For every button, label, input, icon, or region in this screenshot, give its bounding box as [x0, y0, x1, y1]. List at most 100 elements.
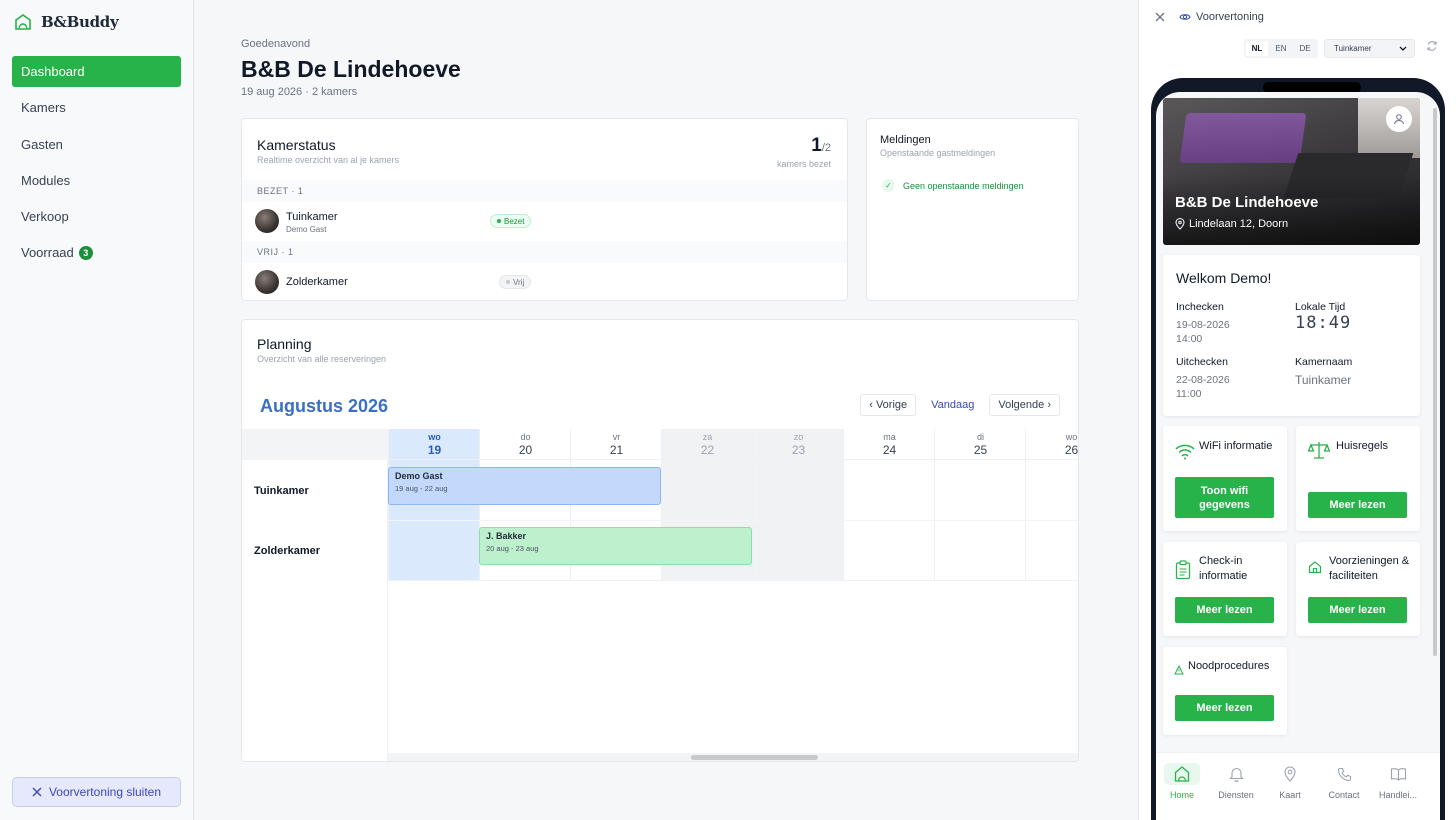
avatar	[255, 209, 279, 233]
scrollbar-thumb[interactable]	[691, 755, 818, 760]
room-row[interactable]: Tuinkamer Demo Gast Bezet	[242, 203, 847, 239]
tab-contact[interactable]: Contact	[1318, 763, 1370, 800]
sidebar-item-dashboard[interactable]: Dashboard	[12, 56, 181, 87]
room-select[interactable]: Tuinkamer	[1324, 39, 1415, 58]
room-guest: Demo Gast	[286, 225, 327, 234]
main-content: Goedenavond B&B De Lindehoeve 19 aug 202…	[194, 0, 1138, 820]
planning-card: Planning Overzicht van alle reserveringe…	[241, 319, 1079, 762]
brand-name: B&Buddy	[41, 13, 119, 31]
tab-label: Diensten	[1218, 790, 1254, 800]
hero-bed	[1179, 113, 1307, 163]
card-subtitle: Overzicht van alle reserveringen	[257, 354, 387, 364]
tile-wifi: WiFi informatie Toon wifi gegevens	[1163, 426, 1287, 531]
occupancy-label: kamers bezet	[776, 159, 831, 169]
phone-scrollbar[interactable]	[1433, 108, 1437, 656]
sidebar-item-label: Voorraad	[21, 245, 74, 261]
tab-handleiding[interactable]: Handlei...	[1372, 763, 1424, 800]
sidebar-item-modules[interactable]: Modules	[12, 165, 181, 196]
brand[interactable]: B&Buddy	[13, 12, 119, 32]
sidebar-item-verkoop[interactable]: Verkoop	[12, 201, 181, 232]
tab-diensten[interactable]: Diensten	[1210, 763, 1262, 800]
read-more-button[interactable]: Meer lezen	[1175, 695, 1274, 721]
room-row[interactable]: Zolderkamer Vrij	[242, 264, 847, 300]
event-dates: 19 aug - 22 aug	[395, 484, 448, 493]
field-value: Tuinkamer	[1295, 373, 1352, 387]
sidebar-item-voorraad[interactable]: Voorraad 3	[12, 237, 181, 268]
property-name: B&B De Lindehoeve	[1175, 194, 1319, 211]
card-subtitle: Openstaande gastmeldingen	[880, 148, 996, 158]
room-name: Zolderkamer	[286, 276, 348, 288]
occupancy-count: 1/2 kamers bezet	[777, 135, 831, 169]
scale-icon	[1308, 442, 1330, 459]
tab-label: Kaart	[1279, 790, 1301, 800]
location-pin-icon	[1175, 218, 1185, 230]
bottom-tab-bar: Home Diensten Kaart Contact Handlei...	[1156, 752, 1440, 820]
checkout-time: 11:00	[1176, 388, 1202, 400]
field-value: 19-08-2026 14:00	[1176, 318, 1230, 346]
map-pin-icon	[1284, 766, 1296, 782]
eye-icon	[1179, 14, 1191, 20]
read-more-button[interactable]: Meer lezen	[1308, 597, 1407, 623]
tab-kaart[interactable]: Kaart	[1264, 763, 1316, 800]
language-switch: NL EN DE	[1244, 39, 1318, 58]
status-dot	[506, 280, 510, 284]
show-wifi-button[interactable]: Toon wifi gegevens	[1175, 477, 1274, 518]
tile-huisregels: Huisregels Meer lezen	[1296, 426, 1420, 531]
lang-en[interactable]: EN	[1270, 41, 1292, 56]
read-more-button[interactable]: Meer lezen	[1175, 597, 1274, 623]
today-button[interactable]: Vandaag	[923, 394, 983, 416]
tile-label: Noodprocedures	[1188, 660, 1270, 672]
next-button[interactable]: Volgende ›	[989, 394, 1060, 416]
tab-home[interactable]: Home	[1156, 763, 1208, 800]
close-icon[interactable]	[1155, 12, 1165, 22]
page-title: B&B De Lindehoeve	[241, 56, 461, 82]
row-divider	[388, 520, 1078, 521]
reservation-event[interactable]: J. Bakker 20 aug - 23 aug	[479, 527, 752, 565]
home-icon	[1174, 766, 1190, 782]
close-preview-label: Voorvertoning sluiten	[48, 785, 162, 799]
refresh-icon[interactable]	[1426, 40, 1438, 52]
property-address: Lindelaan 12, Doorn	[1175, 218, 1288, 230]
status-label: Vrij	[513, 277, 525, 287]
prev-button[interactable]: ‹ Vorige	[860, 394, 917, 416]
preview-title-wrap: Voorvertoning	[1179, 11, 1264, 23]
close-preview-button[interactable]: Voorvertoning sluiten	[12, 777, 181, 807]
checkin-date: 19-08-2026	[1176, 319, 1230, 331]
avatar	[255, 270, 279, 294]
event-guest: Demo Gast	[395, 471, 443, 481]
resource-name: Tuinkamer	[254, 485, 309, 497]
user-icon[interactable]	[1386, 106, 1412, 132]
read-more-button[interactable]: Meer lezen	[1308, 492, 1407, 518]
event-guest: J. Bakker	[486, 531, 527, 541]
page-subtitle: 19 aug 2026 · 2 kamers	[241, 86, 358, 98]
chevron-down-icon	[1399, 46, 1407, 51]
sidebar-item-kamers[interactable]: Kamers	[12, 92, 181, 123]
horizontal-scrollbar[interactable]	[388, 753, 1078, 761]
tab-label: Handlei...	[1378, 790, 1418, 800]
sidebar-item-gasten[interactable]: Gasten	[12, 129, 181, 160]
sidebar: B&Buddy Dashboard Kamers Gasten Modules …	[0, 0, 194, 820]
localtime-field: Lokale Tijd 18:49	[1295, 301, 1352, 333]
preview-title: Voorvertoning	[1196, 11, 1264, 23]
card-subtitle: Realtime overzicht van al je kamers	[257, 155, 400, 165]
tile-label: Check-in informatie	[1199, 555, 1248, 582]
person-icon	[1394, 114, 1404, 125]
tab-label: Contact	[1328, 790, 1360, 800]
reservation-event[interactable]: Demo Gast 19 aug - 22 aug	[388, 467, 661, 505]
warning-icon	[1174, 665, 1184, 675]
logo-icon	[15, 14, 31, 30]
sidebar-item-label: Modules	[21, 172, 71, 188]
welcome-card: Welkom Demo! Inchecken 19-08-2026 14:00 L…	[1163, 255, 1420, 416]
room-select-value: Tuinkamer	[1334, 44, 1372, 53]
sidebar-item-label: Dashboard	[21, 64, 85, 79]
status-dot	[497, 219, 501, 223]
local-clock: 18:49	[1295, 313, 1352, 333]
card-title: Meldingen	[880, 134, 931, 146]
phone-frame: B&B De Lindehoeve Lindelaan 12, Doorn We…	[1151, 78, 1445, 820]
lang-nl[interactable]: NL	[1246, 41, 1268, 56]
card-title: Planning	[257, 336, 312, 352]
group-header-bezet: BEZET · 1	[242, 180, 847, 202]
lang-de[interactable]: DE	[1294, 41, 1316, 56]
tile-label: Huisregels	[1336, 440, 1388, 452]
tile-label: Voorzieningen & faciliteiten	[1329, 555, 1410, 582]
